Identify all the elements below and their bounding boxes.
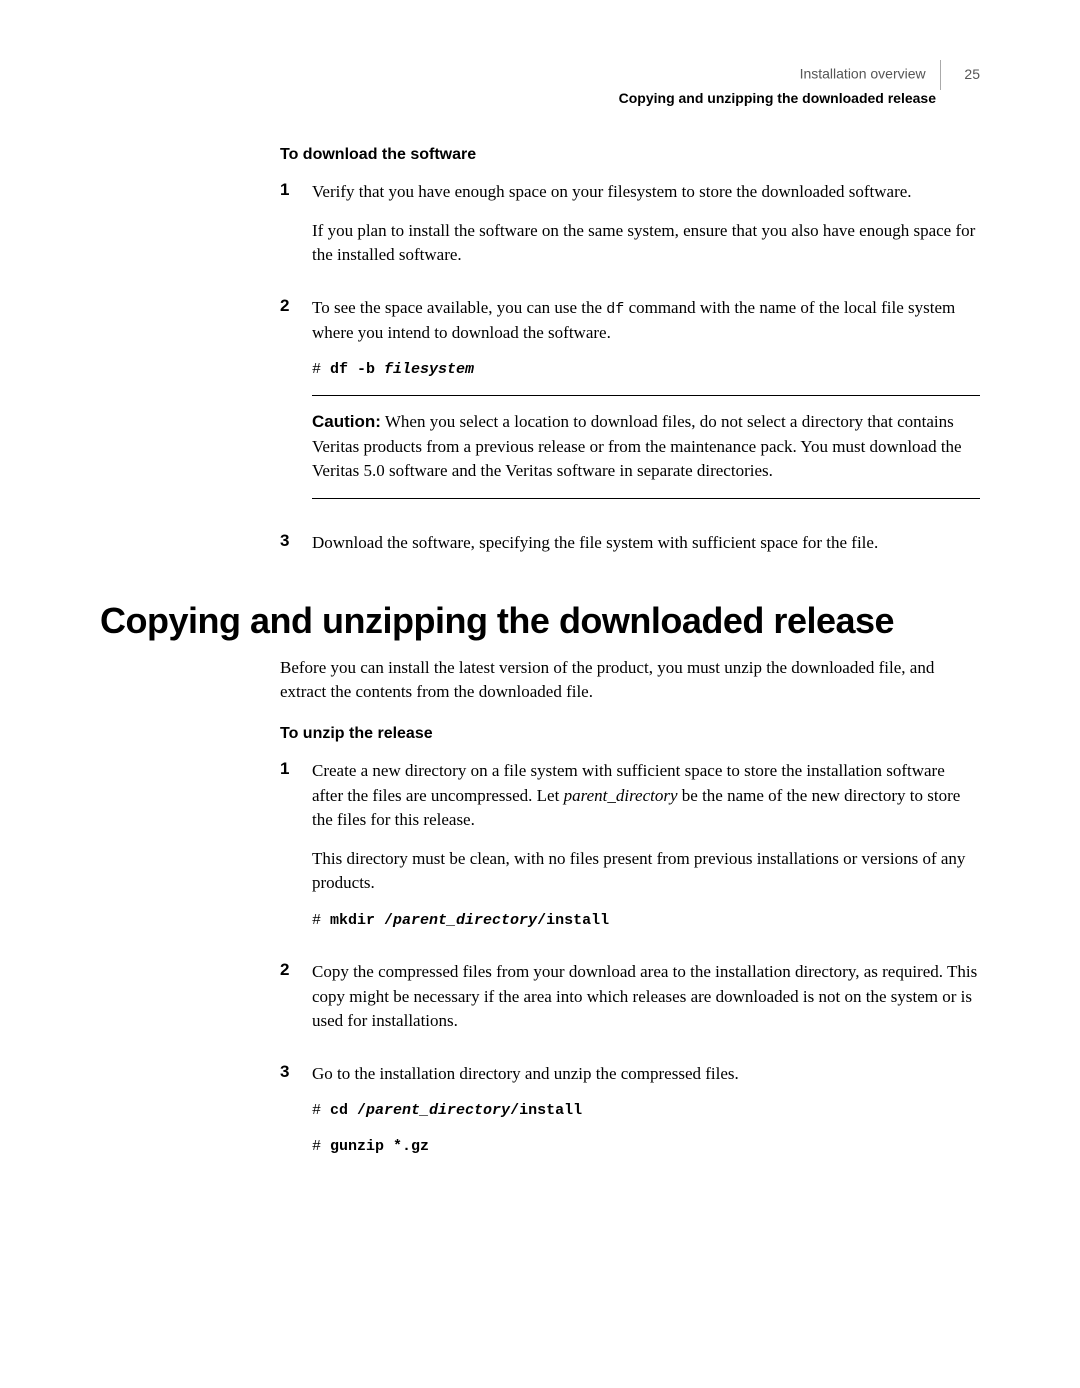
step-number: 3 bbox=[280, 531, 312, 570]
header-chapter: Installation overview bbox=[800, 66, 926, 82]
section-title: Copying and unzipping the downloaded rel… bbox=[100, 600, 980, 642]
paragraph: Before you can install the latest versio… bbox=[280, 656, 980, 705]
step-content: Download the software, specifying the fi… bbox=[312, 531, 980, 570]
paragraph: Verify that you have enough space on you… bbox=[312, 180, 980, 205]
step-content: Create a new directory on a file system … bbox=[312, 759, 980, 946]
subheading-unzip: To unzip the release bbox=[280, 725, 980, 743]
list-item: 1 Verify that you have enough space on y… bbox=[280, 180, 980, 282]
step-number: 1 bbox=[280, 180, 312, 282]
step-number: 3 bbox=[280, 1062, 312, 1172]
step-content: Go to the installation directory and unz… bbox=[312, 1062, 980, 1172]
list-item: 3 Go to the installation directory and u… bbox=[280, 1062, 980, 1172]
list-item: 2 Copy the compressed files from your do… bbox=[280, 960, 980, 1048]
subheading-download: To download the software bbox=[280, 146, 980, 164]
header-section: Copying and unzipping the downloaded rel… bbox=[100, 90, 936, 106]
code-block: # mkdir /parent_directory/install bbox=[312, 910, 980, 932]
paragraph: Go to the installation directory and unz… bbox=[312, 1062, 980, 1087]
step-content: To see the space available, you can use … bbox=[312, 296, 980, 517]
step-number: 2 bbox=[280, 960, 312, 1048]
caution-box: Caution: When you select a location to d… bbox=[312, 395, 980, 499]
page-header: Installation overview 25 Copying and unz… bbox=[100, 60, 980, 106]
paragraph: If you plan to install the software on t… bbox=[312, 219, 980, 268]
list-item: 1 Create a new directory on a file syste… bbox=[280, 759, 980, 946]
step-content: Verify that you have enough space on you… bbox=[312, 180, 980, 282]
header-divider bbox=[940, 60, 941, 90]
page-number: 25 bbox=[964, 66, 980, 82]
code-block: # cd /parent_directory/install bbox=[312, 1100, 980, 1122]
inline-code: df bbox=[606, 301, 624, 318]
paragraph: Download the software, specifying the fi… bbox=[312, 531, 980, 556]
code-block: # df -b filesystem bbox=[312, 359, 980, 381]
paragraph: To see the space available, you can use … bbox=[312, 296, 980, 345]
code-block: # gunzip *.gz bbox=[312, 1136, 980, 1158]
step-number: 1 bbox=[280, 759, 312, 946]
list-item: 2 To see the space available, you can us… bbox=[280, 296, 980, 517]
paragraph: Copy the compressed files from your down… bbox=[312, 960, 980, 1034]
paragraph: This directory must be clean, with no fi… bbox=[312, 847, 980, 896]
step-content: Copy the compressed files from your down… bbox=[312, 960, 980, 1048]
paragraph: Create a new directory on a file system … bbox=[312, 759, 980, 833]
caution-text: When you select a location to download f… bbox=[312, 412, 962, 480]
caution-label: Caution: bbox=[312, 412, 381, 431]
step-number: 2 bbox=[280, 296, 312, 517]
list-item: 3 Download the software, specifying the … bbox=[280, 531, 980, 570]
